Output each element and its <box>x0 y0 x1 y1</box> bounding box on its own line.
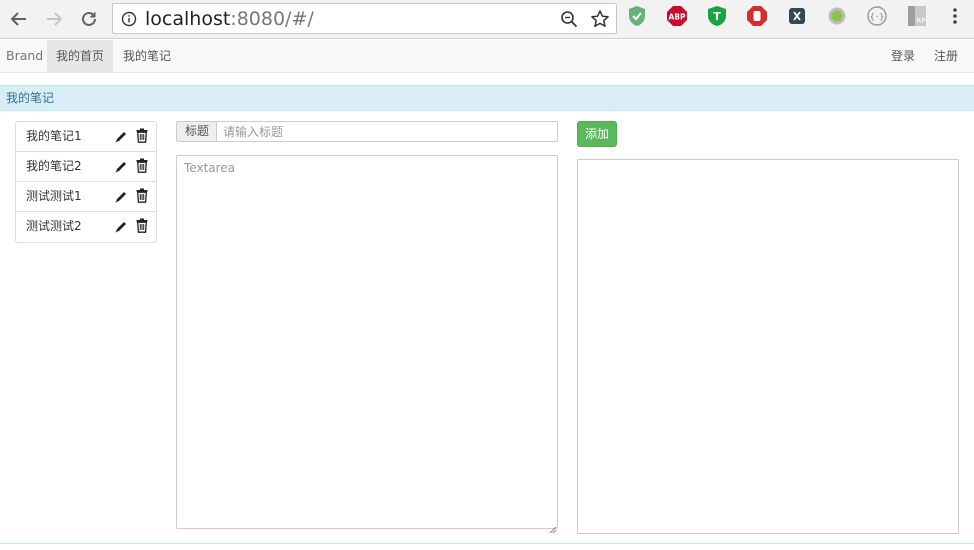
register-link[interactable]: 注册 <box>925 40 967 72</box>
trash-icon[interactable] <box>136 158 148 173</box>
back-arrow-icon <box>10 12 26 26</box>
title-label: 标题 <box>176 121 217 142</box>
svg-text:ABP: ABP <box>668 13 686 22</box>
note-title[interactable]: 我的笔记1 <box>26 122 82 151</box>
add-button[interactable]: 添加 <box>577 121 617 147</box>
bottom-divider <box>0 543 974 544</box>
rp-extension-icon[interactable]: RP <box>906 5 928 27</box>
hand-stop-icon[interactable] <box>746 5 768 27</box>
pencil-icon[interactable] <box>114 129 128 143</box>
nav-item-notes[interactable]: 我的笔记 <box>114 40 180 72</box>
site-info-icon[interactable] <box>121 11 137 31</box>
note-list-item[interactable]: 我的笔记1 <box>16 122 156 152</box>
pencil-icon[interactable] <box>114 159 128 173</box>
note-title[interactable]: 测试测试1 <box>26 182 82 211</box>
note-list: 我的笔记1 我的笔记2 测试测试1 测试测试2 <box>15 121 157 243</box>
tampermonkey-icon[interactable]: T <box>706 5 728 27</box>
resize-grip-icon[interactable] <box>548 519 557 534</box>
trash-icon[interactable] <box>136 128 148 143</box>
pencil-icon[interactable] <box>114 219 128 233</box>
adguard-shield-icon[interactable] <box>626 5 648 27</box>
address-bar[interactable]: localhost:8080/#/ <box>112 3 617 34</box>
panel-heading: 我的笔记 <box>0 85 974 111</box>
adblock-plus-icon[interactable]: ABP <box>666 5 688 27</box>
note-title[interactable]: 我的笔记2 <box>26 152 82 181</box>
svg-text:T: T <box>713 10 721 23</box>
chrome-menu-icon[interactable] <box>944 5 966 27</box>
url-path: :8080/#/ <box>230 8 314 30</box>
note-list-item[interactable]: 测试测试2 <box>16 212 156 242</box>
reload-button[interactable] <box>76 6 102 32</box>
bookmark-star-icon[interactable] <box>590 9 610 33</box>
back-button[interactable] <box>6 6 32 32</box>
circle-extension-icon[interactable] <box>826 5 848 27</box>
title-input[interactable] <box>216 121 558 142</box>
pencil-icon[interactable] <box>114 189 128 203</box>
content-textarea[interactable] <box>176 155 558 529</box>
login-link[interactable]: 登录 <box>882 40 924 72</box>
trash-icon[interactable] <box>136 188 148 203</box>
url-host: localhost <box>145 8 231 30</box>
reload-icon <box>82 11 96 26</box>
svg-text:RP: RP <box>916 17 925 25</box>
json-viewer-icon[interactable]: {·} <box>866 5 888 27</box>
nav-item-home[interactable]: 我的首页 <box>47 40 114 72</box>
note-list-item[interactable]: 我的笔记2 <box>16 152 156 182</box>
trash-icon[interactable] <box>136 218 148 233</box>
preview-panel <box>577 159 959 534</box>
forward-arrow-icon <box>47 12 63 26</box>
forward-button[interactable] <box>41 6 67 32</box>
url-text: localhost:8080/#/ <box>145 8 314 30</box>
svg-text:{·}: {·} <box>870 12 884 21</box>
brand-link[interactable]: Brand <box>0 40 49 72</box>
browser-toolbar: localhost:8080/#/ ABP T {·} RP <box>0 0 974 39</box>
app-navbar: Brand 我的首页 我的笔记 登录 注册 <box>0 40 974 73</box>
note-title[interactable]: 测试测试2 <box>26 212 82 241</box>
title-input-group: 标题 <box>176 121 558 142</box>
note-list-item[interactable]: 测试测试1 <box>16 182 156 212</box>
x-extension-icon[interactable] <box>786 5 808 27</box>
zoom-icon[interactable] <box>560 10 578 32</box>
